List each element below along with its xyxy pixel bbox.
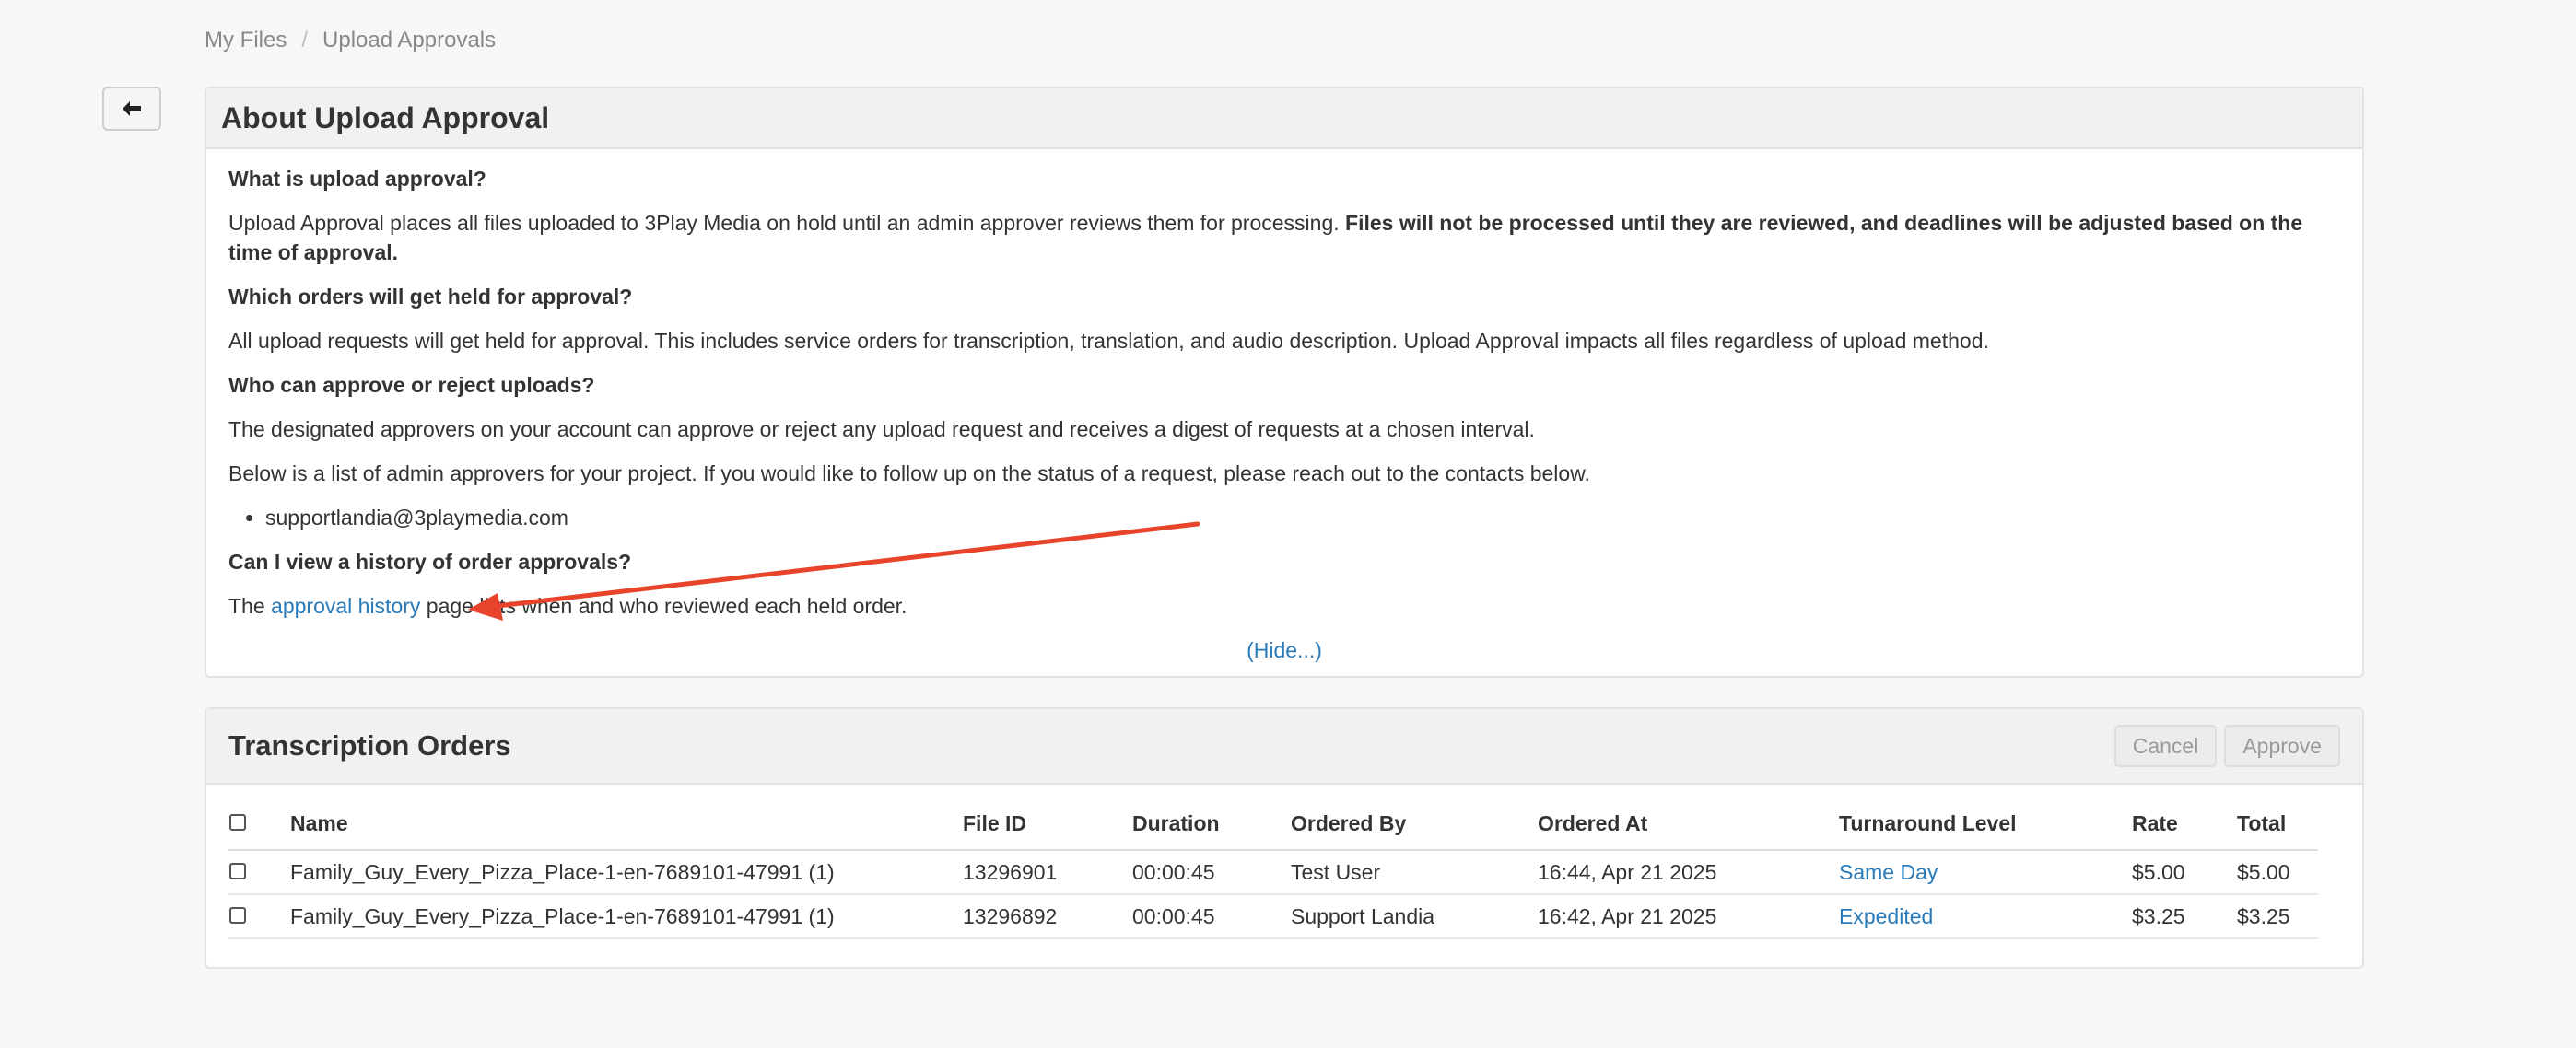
back-button[interactable] [102, 87, 161, 131]
breadcrumb-upload-approvals: Upload Approvals [322, 28, 497, 52]
column-rate: Rate [2131, 798, 2236, 851]
select-all-checkbox[interactable] [229, 813, 246, 831]
answer-which-orders: All upload requests will get held for ap… [228, 329, 1989, 353]
question-what-is: What is upload approval? [228, 167, 486, 191]
approve-button[interactable]: Approve [2224, 725, 2340, 767]
approver-contacts-list: supportlandia@3playmedia.com [228, 503, 2340, 532]
column-ordered-at: Ordered At [1537, 798, 1838, 851]
breadcrumb-my-files[interactable]: My Files [205, 28, 287, 53]
orders-panel-title: Transcription Orders [228, 729, 511, 762]
about-panel-body: What is upload approval? Upload Approval… [206, 149, 2362, 665]
answer-who-can-approve: The designated approvers on your account… [228, 417, 1535, 441]
row-duration: 00:00:45 [1131, 850, 1290, 895]
about-upload-approval-panel: About Upload Approval What is upload app… [205, 87, 2364, 678]
row-checkbox-cell [228, 894, 289, 939]
row-duration: 00:00:45 [1131, 894, 1290, 939]
question-which-orders: Which orders will get held for approval? [228, 285, 633, 309]
column-ordered-by: Ordered By [1290, 798, 1537, 851]
row-rate: $5.00 [2131, 850, 2236, 895]
transcription-orders-panel: Transcription Orders Cancel Approve Name… [205, 707, 2364, 969]
table-row: Family_Guy_Every_Pizza_Place-1-en-768910… [228, 894, 2318, 939]
row-ordered-at: 16:44, Apr 21 2025 [1537, 850, 1838, 895]
answer-history: The approval history page lists when and… [228, 594, 907, 618]
row-total: $3.25 [2236, 894, 2318, 939]
column-file-id: File ID [962, 798, 1131, 851]
row-file-id: 13296892 [962, 894, 1131, 939]
breadcrumb-separator: / [301, 28, 309, 52]
row-name: Family_Guy_Every_Pizza_Place-1-en-768910… [289, 894, 962, 939]
row-checkbox[interactable] [229, 862, 246, 879]
column-duration: Duration [1131, 798, 1290, 851]
row-ordered-at: 16:42, Apr 21 2025 [1537, 894, 1838, 939]
table-row: Family_Guy_Every_Pizza_Place-1-en-768910… [228, 850, 2318, 895]
column-total: Total [2236, 798, 2318, 851]
answer-what-is: Upload Approval places all files uploade… [228, 211, 2303, 264]
select-all-cell [228, 798, 289, 851]
cancel-button[interactable]: Cancel [2113, 725, 2218, 767]
approval-history-link[interactable]: approval history [271, 594, 420, 618]
row-ordered-by: Support Landia [1290, 894, 1537, 939]
column-turnaround-level: Turnaround Level [1838, 798, 2131, 851]
table-header-row: Name File ID Duration Ordered By Ordered… [228, 798, 2318, 851]
approver-contact: supportlandia@3playmedia.com [265, 503, 2340, 532]
orders-panel-header: Transcription Orders Cancel Approve [206, 709, 2362, 785]
row-turnaround-link[interactable]: Same Day [1838, 850, 2131, 895]
answer-approvers-list-intro: Below is a list of admin approvers for y… [228, 461, 1590, 485]
arrow-left-icon [123, 101, 141, 116]
row-rate: $3.25 [2131, 894, 2236, 939]
about-panel-header: About Upload Approval [206, 88, 2362, 149]
row-total: $5.00 [2236, 850, 2318, 895]
row-checkbox[interactable] [229, 906, 246, 924]
question-history: Can I view a history of order approvals? [228, 550, 632, 574]
breadcrumb: My Files / Upload Approvals [205, 28, 496, 53]
question-who-can-approve: Who can approve or reject uploads? [228, 373, 595, 397]
column-name: Name [289, 798, 962, 851]
about-panel-title: About Upload Approval [221, 100, 550, 134]
hide-about-link[interactable]: (Hide...) [1247, 638, 1322, 662]
row-file-id: 13296901 [962, 850, 1131, 895]
row-turnaround-link[interactable]: Expedited [1838, 894, 2131, 939]
row-name: Family_Guy_Every_Pizza_Place-1-en-768910… [289, 850, 962, 895]
row-checkbox-cell [228, 850, 289, 895]
row-ordered-by: Test User [1290, 850, 1537, 895]
orders-table: Name File ID Duration Ordered By Ordered… [228, 798, 2318, 939]
